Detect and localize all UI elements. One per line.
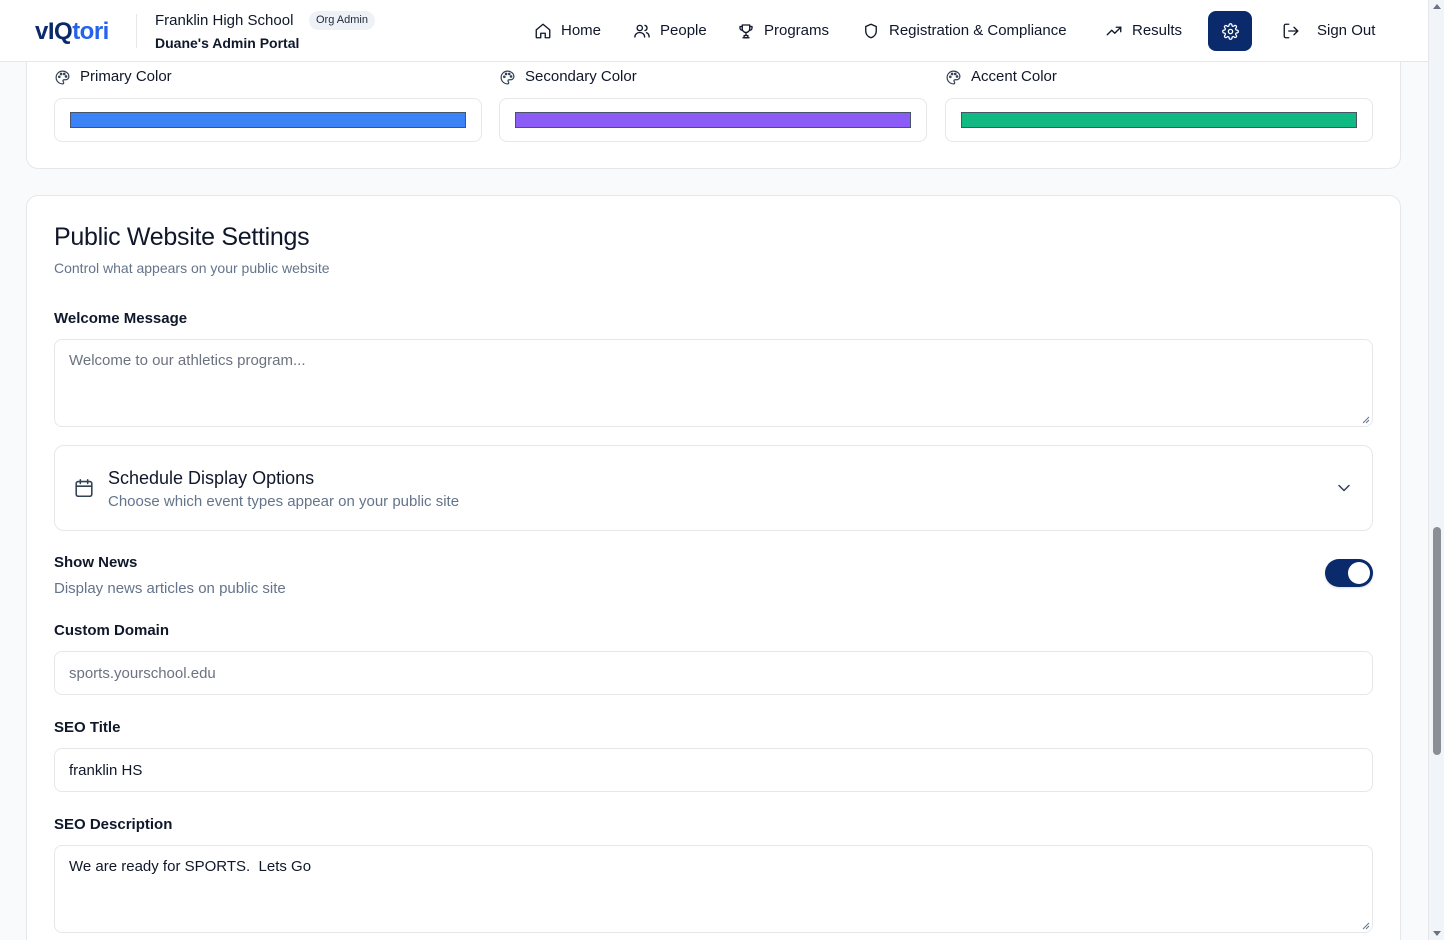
seo-title-label: SEO Title xyxy=(54,719,121,736)
users-icon xyxy=(634,24,650,38)
palette-icon xyxy=(946,70,961,84)
palette-icon xyxy=(55,70,70,84)
shield-icon xyxy=(865,23,877,39)
logo-text-part2: tori xyxy=(72,18,109,45)
schedule-subtitle: Choose which event types appear on your … xyxy=(108,493,460,510)
accent-color-label: Accent Color xyxy=(945,68,1057,86)
accent-color-text: Accent Color xyxy=(971,68,1057,85)
top-nav-bar: vIQtori Franklin High School Org Admin D… xyxy=(0,0,1428,62)
resize-handle-icon[interactable] xyxy=(1362,922,1370,930)
primary-color-picker[interactable] xyxy=(54,98,482,142)
secondary-color-label: Secondary Color xyxy=(499,68,637,86)
primary-color-swatch[interactable] xyxy=(70,112,466,128)
show-news-label: Show News xyxy=(54,554,138,571)
section-title: Public Website Settings xyxy=(54,223,310,251)
welcome-message-label: Welcome Message xyxy=(54,310,188,327)
nav-people[interactable]: People xyxy=(633,20,707,42)
page-scrollbar[interactable] xyxy=(1428,0,1444,940)
custom-domain-input[interactable] xyxy=(54,651,1373,695)
schedule-display-options-accordion[interactable]: Schedule Display Options Choose which ev… xyxy=(54,445,1373,531)
toggle-knob xyxy=(1348,562,1370,584)
nav-results[interactable]: Results xyxy=(1105,20,1182,42)
scroll-up-arrow-icon[interactable] xyxy=(1433,4,1441,9)
nav-home-label: Home xyxy=(561,22,602,39)
calendar-icon xyxy=(73,477,95,499)
schedule-title: Schedule Display Options xyxy=(108,468,315,488)
nav-programs-label: Programs xyxy=(764,22,830,39)
nav-home[interactable]: Home xyxy=(534,20,601,42)
sign-out-label: Sign Out xyxy=(1317,22,1376,39)
secondary-color-swatch[interactable] xyxy=(515,112,911,128)
header-divider xyxy=(136,14,137,48)
show-news-description: Display news articles on public site xyxy=(54,580,286,597)
chevron-down-icon[interactable] xyxy=(1334,478,1354,498)
nav-programs[interactable]: Programs xyxy=(737,20,829,42)
palette-icon xyxy=(500,70,515,84)
accent-color-swatch[interactable] xyxy=(961,112,1357,128)
seo-description-label: SEO Description xyxy=(54,816,173,833)
settings-button[interactable] xyxy=(1208,11,1252,51)
trophy-icon xyxy=(739,24,753,39)
scroll-down-arrow-icon[interactable] xyxy=(1433,931,1441,936)
gear-icon xyxy=(1221,22,1239,40)
sign-out-button[interactable]: Sign Out xyxy=(1282,20,1375,42)
portal-name: Duane's Admin Portal xyxy=(155,35,300,51)
home-icon xyxy=(535,23,551,39)
nav-registration-label: Registration & Compliance xyxy=(889,22,1067,39)
resize-handle-icon[interactable] xyxy=(1362,416,1370,424)
public-website-settings-card xyxy=(26,195,1401,940)
scrollbar-thumb[interactable] xyxy=(1433,527,1441,755)
secondary-color-text: Secondary Color xyxy=(525,68,637,85)
accent-color-picker[interactable] xyxy=(945,98,1373,142)
section-subtitle: Control what appears on your public webs… xyxy=(54,260,330,276)
secondary-color-picker[interactable] xyxy=(499,98,927,142)
trending-up-icon xyxy=(1106,26,1122,36)
show-news-toggle[interactable] xyxy=(1325,559,1373,587)
log-out-icon xyxy=(1283,23,1299,39)
app-logo[interactable]: vIQtori xyxy=(35,17,109,47)
primary-color-label: Primary Color xyxy=(54,68,172,86)
custom-domain-label: Custom Domain xyxy=(54,622,170,639)
seo-title-input[interactable] xyxy=(54,748,1373,792)
welcome-message-textarea[interactable] xyxy=(54,339,1373,427)
logo-text-part1: vIQ xyxy=(35,18,73,45)
primary-color-text: Primary Color xyxy=(80,68,172,85)
nav-results-label: Results xyxy=(1132,22,1183,39)
nav-people-label: People xyxy=(660,22,707,39)
org-name: Franklin High School xyxy=(155,12,294,29)
role-badge: Org Admin xyxy=(309,11,375,30)
nav-registration-compliance[interactable]: Registration & Compliance xyxy=(862,20,1067,42)
seo-description-textarea[interactable]: We are ready for SPORTS. Lets Go xyxy=(54,845,1373,933)
